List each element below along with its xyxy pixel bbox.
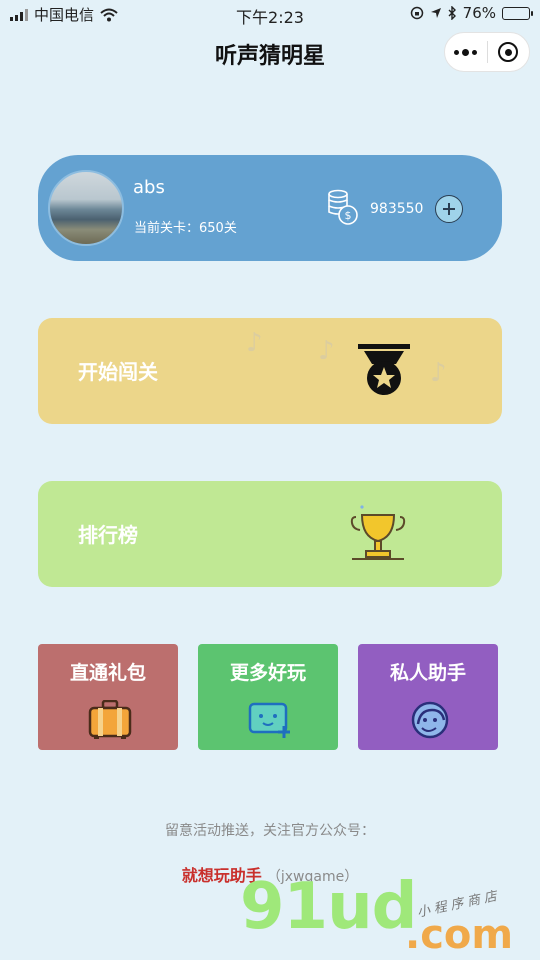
svg-text:$: $ [345,209,352,222]
status-right: 76% [410,4,533,22]
battery-percent: 76% [462,4,496,22]
profile-card: abs 当前关卡：650关 $ 983550 [38,155,502,261]
personal-assistant-label: 私人助手 [389,662,466,684]
close-button[interactable] [488,33,530,71]
ranking-label: 排行榜 [78,523,138,547]
start-game-label: 开始闯关 [78,360,158,384]
suitcase-icon [88,700,132,739]
more-fun-card[interactable]: 更多好玩 [198,644,338,750]
music-note-icon: ♪ [430,358,447,388]
trophy-icon [350,505,406,560]
avatar[interactable] [48,170,124,246]
coin-count: 983550 [370,201,424,217]
more-dots-icon [454,48,478,56]
status-bar: 中国电信 下午2:23 76% [0,0,540,28]
gift-pack-card[interactable]: 直通礼包 [38,644,178,750]
gift-pack-label: 直通礼包 [69,662,146,684]
music-note-icon: ♪ [246,328,263,358]
more-fun-label: 更多好玩 [229,662,306,684]
bluetooth-icon [448,6,456,20]
game-controller-icon [248,702,290,738]
location-arrow-icon [430,8,441,18]
follow-notice: 留意活动推送，关注官方公众号： [165,823,375,839]
watermark-logo: 91ud [240,870,417,944]
username: abs [133,177,165,198]
add-coins-button[interactable] [435,195,463,223]
mini-program-capsule [444,32,530,72]
helper-face-icon [411,701,449,739]
current-level: 当前关卡：650关 [134,221,237,236]
rotation-lock-icon [410,6,423,20]
target-circle-icon [498,42,519,62]
medal-icon [358,344,410,395]
start-game-card[interactable]: 开始闯关 ♪ ♪ ♪ [38,318,502,424]
menu-button[interactable] [445,33,487,71]
coin-stack-icon: $ [328,189,358,225]
plus-circle-icon [443,203,455,215]
personal-assistant-card[interactable]: 私人助手 [358,644,498,750]
battery-icon [502,6,533,20]
music-note-icon: ♪ [318,336,335,366]
ranking-card[interactable]: 排行榜 [38,481,502,587]
